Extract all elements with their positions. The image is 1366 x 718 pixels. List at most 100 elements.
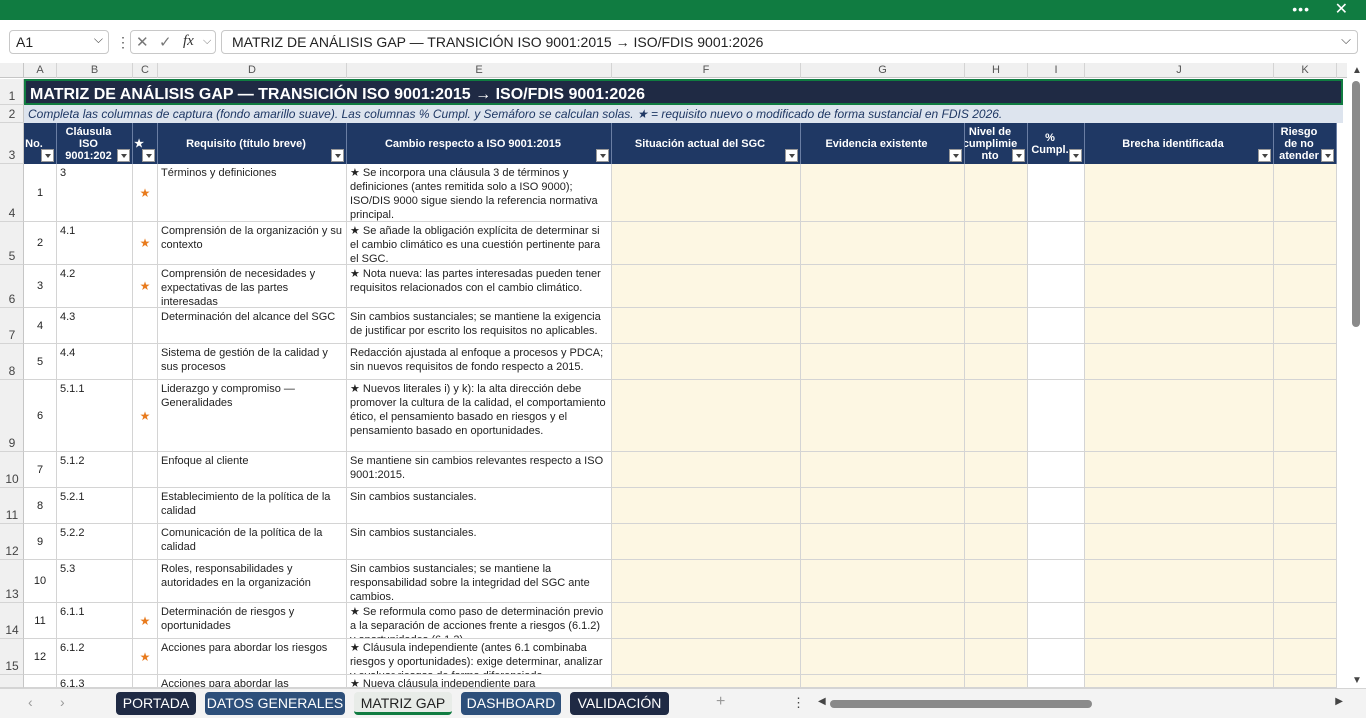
header-cell[interactable]: Nivel de cumplimie nto: [965, 123, 1028, 164]
filter-dropdown-icon[interactable]: [142, 149, 155, 162]
add-sheet-icon[interactable]: +: [716, 693, 725, 711]
capture-cell[interactable]: [1085, 265, 1274, 308]
row-number-cell[interactable]: 11: [24, 603, 57, 639]
capture-cell[interactable]: [801, 222, 965, 265]
capture-cell[interactable]: [965, 265, 1028, 308]
change-cell[interactable]: ★ Se añade la obligación explícita de de…: [347, 222, 612, 265]
capture-cell[interactable]: [612, 452, 801, 488]
clause-cell[interactable]: 4.4: [57, 344, 133, 380]
requirement-cell[interactable]: Determinación del alcance del SGC: [158, 308, 347, 344]
capture-cell[interactable]: [1274, 603, 1337, 639]
star-cell[interactable]: [133, 308, 158, 344]
capture-cell[interactable]: [1274, 560, 1337, 603]
requirement-cell[interactable]: Acciones para abordar los riesgos: [158, 639, 347, 675]
requirement-cell[interactable]: Comprensión de necesidades y expectativa…: [158, 265, 347, 308]
tab-prev-icon[interactable]: ‹: [28, 694, 33, 710]
column-header-k[interactable]: K: [1274, 63, 1337, 78]
capture-cell[interactable]: [612, 560, 801, 603]
capture-cell[interactable]: [965, 560, 1028, 603]
requirement-cell[interactable]: Acciones para abordar las: [158, 675, 347, 688]
requirement-cell[interactable]: Establecimiento de la política de la cal…: [158, 488, 347, 524]
capture-cell[interactable]: [612, 639, 801, 675]
row-number-cell[interactable]: 1: [24, 164, 57, 222]
change-cell[interactable]: ★ Se reformula como paso de determinació…: [347, 603, 612, 639]
tab-portada[interactable]: PORTADA: [116, 692, 196, 715]
star-cell[interactable]: ★: [133, 164, 158, 222]
capture-cell[interactable]: [965, 344, 1028, 380]
clause-cell[interactable]: 5.1.2: [57, 452, 133, 488]
capture-cell[interactable]: [801, 308, 965, 344]
capture-cell[interactable]: [1274, 452, 1337, 488]
row-header-6[interactable]: 6: [0, 265, 24, 308]
tab-next-icon[interactable]: ›: [60, 694, 65, 710]
change-cell[interactable]: ★ Nueva cláusula independiente para opor…: [347, 675, 612, 688]
clause-cell[interactable]: 6.1.3: [57, 675, 133, 688]
capture-cell[interactable]: [1028, 164, 1085, 222]
capture-cell[interactable]: [612, 380, 801, 452]
horizontal-scrollbar[interactable]: ◀ ▶: [818, 696, 1343, 711]
capture-cell[interactable]: [1274, 675, 1337, 688]
row-number-cell[interactable]: 2: [24, 222, 57, 265]
row-number-cell[interactable]: 10: [24, 560, 57, 603]
capture-cell[interactable]: [1028, 675, 1085, 688]
capture-cell[interactable]: [1028, 452, 1085, 488]
row-header-9[interactable]: 9: [0, 380, 24, 452]
change-cell[interactable]: Se mantiene sin cambios relevantes respe…: [347, 452, 612, 488]
filter-dropdown-icon[interactable]: [949, 149, 962, 162]
capture-cell[interactable]: [612, 344, 801, 380]
change-cell[interactable]: Redacción ajustada al enfoque a procesos…: [347, 344, 612, 380]
capture-cell[interactable]: [1274, 524, 1337, 560]
row-header-1[interactable]: 1: [0, 79, 24, 105]
clause-cell[interactable]: 4.3: [57, 308, 133, 344]
name-box[interactable]: A1 ⌵: [9, 30, 109, 54]
check-icon[interactable]: ✓: [159, 33, 172, 51]
capture-cell[interactable]: [1028, 265, 1085, 308]
star-cell[interactable]: [133, 524, 158, 560]
horizontal-scroll-thumb[interactable]: [830, 700, 1092, 708]
change-cell[interactable]: Sin cambios sustanciales.: [347, 488, 612, 524]
scroll-down-icon[interactable]: ▼: [1352, 675, 1362, 686]
column-header-g[interactable]: G: [801, 63, 965, 78]
row-header-15[interactable]: 15: [0, 639, 24, 675]
row-header-3[interactable]: 3: [0, 123, 24, 164]
star-cell[interactable]: [133, 452, 158, 488]
capture-cell[interactable]: [1274, 265, 1337, 308]
capture-cell[interactable]: [801, 639, 965, 675]
capture-cell[interactable]: [965, 603, 1028, 639]
capture-cell[interactable]: [612, 603, 801, 639]
capture-cell[interactable]: [612, 308, 801, 344]
filter-dropdown-icon[interactable]: [1321, 149, 1334, 162]
row-header-partial[interactable]: [0, 675, 24, 688]
capture-cell[interactable]: [1028, 488, 1085, 524]
header-cell[interactable]: Evidencia existente: [801, 123, 965, 164]
capture-cell[interactable]: [965, 380, 1028, 452]
capture-cell[interactable]: [801, 524, 965, 560]
vertical-scroll-thumb[interactable]: [1352, 81, 1360, 327]
capture-cell[interactable]: [801, 164, 965, 222]
chevron-down-icon[interactable]: ⌵: [203, 35, 211, 48]
row-header-8[interactable]: 8: [0, 344, 24, 380]
header-cell[interactable]: No.: [24, 123, 57, 164]
capture-cell[interactable]: [801, 452, 965, 488]
capture-cell[interactable]: [1085, 488, 1274, 524]
capture-cell[interactable]: [1028, 560, 1085, 603]
cancel-icon[interactable]: ✕: [136, 33, 149, 51]
capture-cell[interactable]: [1274, 164, 1337, 222]
capture-cell[interactable]: [1085, 524, 1274, 560]
capture-cell[interactable]: [801, 265, 965, 308]
capture-cell[interactable]: [612, 675, 801, 688]
clause-cell[interactable]: 6.1.1: [57, 603, 133, 639]
change-cell[interactable]: Sin cambios sustanciales.: [347, 524, 612, 560]
header-cell[interactable]: Requisito (título breve): [158, 123, 347, 164]
star-cell[interactable]: [133, 560, 158, 603]
row-number-cell[interactable]: 3: [24, 265, 57, 308]
row-header-10[interactable]: 10: [0, 452, 24, 488]
header-cell[interactable]: Riesgo de no atender: [1274, 123, 1337, 164]
capture-cell[interactable]: [801, 560, 965, 603]
scroll-right-icon[interactable]: ▶: [1335, 696, 1343, 707]
capture-cell[interactable]: [1274, 488, 1337, 524]
change-cell[interactable]: ★ Nota nueva: las partes interesadas pue…: [347, 265, 612, 308]
filter-dropdown-icon[interactable]: [1069, 149, 1082, 162]
column-header-i[interactable]: I: [1028, 63, 1085, 78]
capture-cell[interactable]: [965, 524, 1028, 560]
